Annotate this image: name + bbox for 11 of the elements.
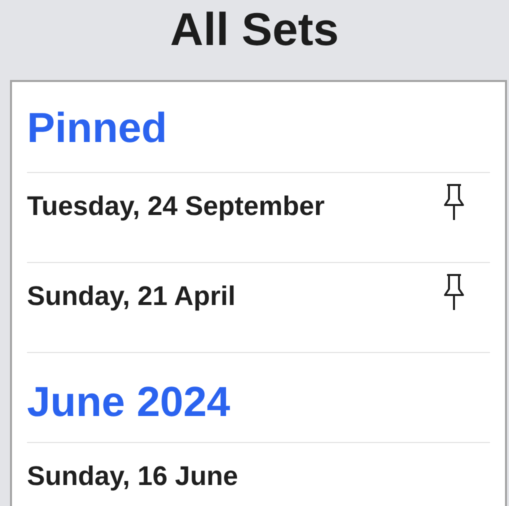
pushpin-icon [442,273,466,311]
set-row[interactable]: Tuesday, 24 September [27,172,490,262]
set-date: Sunday, 21 April [27,283,236,310]
section-heading: Pinned [27,107,168,149]
section-heading: June 2024 [27,381,230,423]
set-row[interactable]: Sunday, 21 April [27,262,490,352]
pushpin-icon [442,183,466,221]
page-title: All Sets [170,6,339,52]
set-date: Tuesday, 24 September [27,193,325,220]
set-date: Sunday, 16 June [27,463,238,490]
set-row[interactable]: Sunday, 16 June [27,442,490,506]
